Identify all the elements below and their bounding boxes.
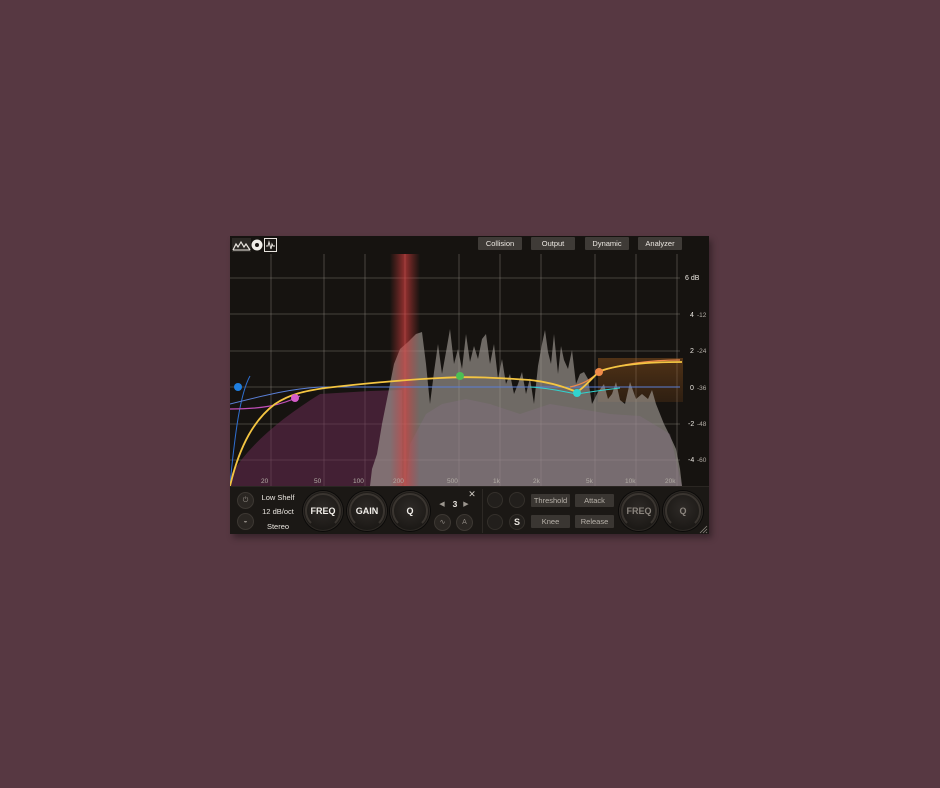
freq-label-5k: 5k <box>586 478 594 485</box>
band5-node[interactable] <box>595 368 603 376</box>
eq-graph[interactable]: 6 dB 4 2 0 -2 -4 -12 -24 -36 -48 -60 20 … <box>230 254 709 486</box>
freq-label-200: 200 <box>393 478 404 485</box>
db-label-2: 2 <box>690 348 694 355</box>
freq-label-10k: 10k <box>625 478 636 485</box>
dyn-freq-knob-label: FREQ <box>626 506 652 516</box>
analyzer-label-36: -36 <box>697 385 707 392</box>
freq-label-100: 100 <box>353 478 364 485</box>
dynamic-button[interactable]: Dynamic <box>585 237 629 250</box>
band-mode-icon[interactable]: ◒ <box>237 513 254 530</box>
wave-mode-icon[interactable]: ∿ <box>434 514 451 531</box>
knee-param[interactable]: Knee <box>531 515 570 528</box>
dyn-freq-knob[interactable]: FREQ <box>619 491 659 531</box>
db-label-0: 0 <box>690 385 694 392</box>
filter-type-label[interactable]: Low Shelf <box>255 493 301 502</box>
channel-label[interactable]: Stereo <box>255 522 301 531</box>
slope-label[interactable]: 12 dB/oct <box>255 507 301 516</box>
band-gain-knob-label: GAIN <box>355 506 379 516</box>
dyn-button-3[interactable] <box>487 514 503 530</box>
threshold-param[interactable]: Threshold <box>531 494 570 507</box>
analyzer-label-12: -12 <box>697 312 707 319</box>
dyn-q-knob-label: Q <box>679 506 687 516</box>
resize-grip-icon[interactable] <box>699 525 708 534</box>
prev-band-arrow[interactable]: ◀ <box>437 500 447 508</box>
band-power-icon[interactable]: ⏻ <box>237 492 254 509</box>
analyzer-label-48: -48 <box>697 421 707 428</box>
band-q-knob[interactable]: Q <box>390 491 430 531</box>
attack-param[interactable]: Attack <box>575 494 614 507</box>
freq-label-20k: 20k <box>665 478 676 485</box>
band4-node[interactable] <box>573 389 581 397</box>
band-gain-knob[interactable]: GAIN <box>347 491 387 531</box>
collision-highlight-band <box>390 254 420 486</box>
band-q-knob-label: Q <box>406 506 414 516</box>
analyzer-label-24: -24 <box>697 348 707 355</box>
band-freq-knob-label: FREQ <box>310 506 336 516</box>
top-toolbar: Collision Output Dynamic Analyzer <box>230 236 709 254</box>
band1-node[interactable] <box>234 383 242 391</box>
band-control-panel: ⏻ ◒ Low Shelf 12 dB/oct Stereo FREQ GAIN… <box>230 486 709 534</box>
band2-node[interactable] <box>291 394 299 402</box>
dyn-button-2[interactable] <box>509 492 525 508</box>
solo-button[interactable]: S <box>509 514 525 530</box>
dyn-q-knob[interactable]: Q <box>663 491 703 531</box>
release-param[interactable]: Release <box>575 515 614 528</box>
disc-logo-icon <box>251 239 263 251</box>
band3-node[interactable] <box>456 372 464 380</box>
freq-label-50: 50 <box>314 478 322 485</box>
db-label-4: 4 <box>690 312 694 319</box>
db-label-minus2: -2 <box>688 421 694 428</box>
freq-label-500: 500 <box>447 478 458 485</box>
analyzer-button[interactable]: Analyzer <box>638 237 682 250</box>
close-icon[interactable]: ✕ <box>467 489 477 500</box>
band-number: 3 <box>452 499 458 509</box>
auto-mode-icon[interactable]: A <box>456 514 473 531</box>
output-button[interactable]: Output <box>531 237 575 250</box>
mountain-logo-icon <box>232 238 251 252</box>
freq-label-1k: 1k <box>493 478 501 485</box>
dyn-button-1[interactable] <box>487 492 503 508</box>
panel-divider <box>482 489 483 533</box>
db-label-minus4: -4 <box>688 457 694 464</box>
collision-button[interactable]: Collision <box>478 237 522 250</box>
next-band-arrow[interactable]: ▶ <box>461 500 471 508</box>
db-label-6: 6 dB <box>685 275 700 282</box>
analyzer-label-60: -60 <box>697 457 707 464</box>
band-freq-knob[interactable]: FREQ <box>303 491 343 531</box>
eq-plugin-window: Collision Output Dynamic Analyzer 6 dB 4… <box>230 236 709 534</box>
freq-label-20: 20 <box>261 478 269 485</box>
freq-label-2k: 2k <box>533 478 541 485</box>
waveform-toggle-icon[interactable] <box>264 238 277 252</box>
